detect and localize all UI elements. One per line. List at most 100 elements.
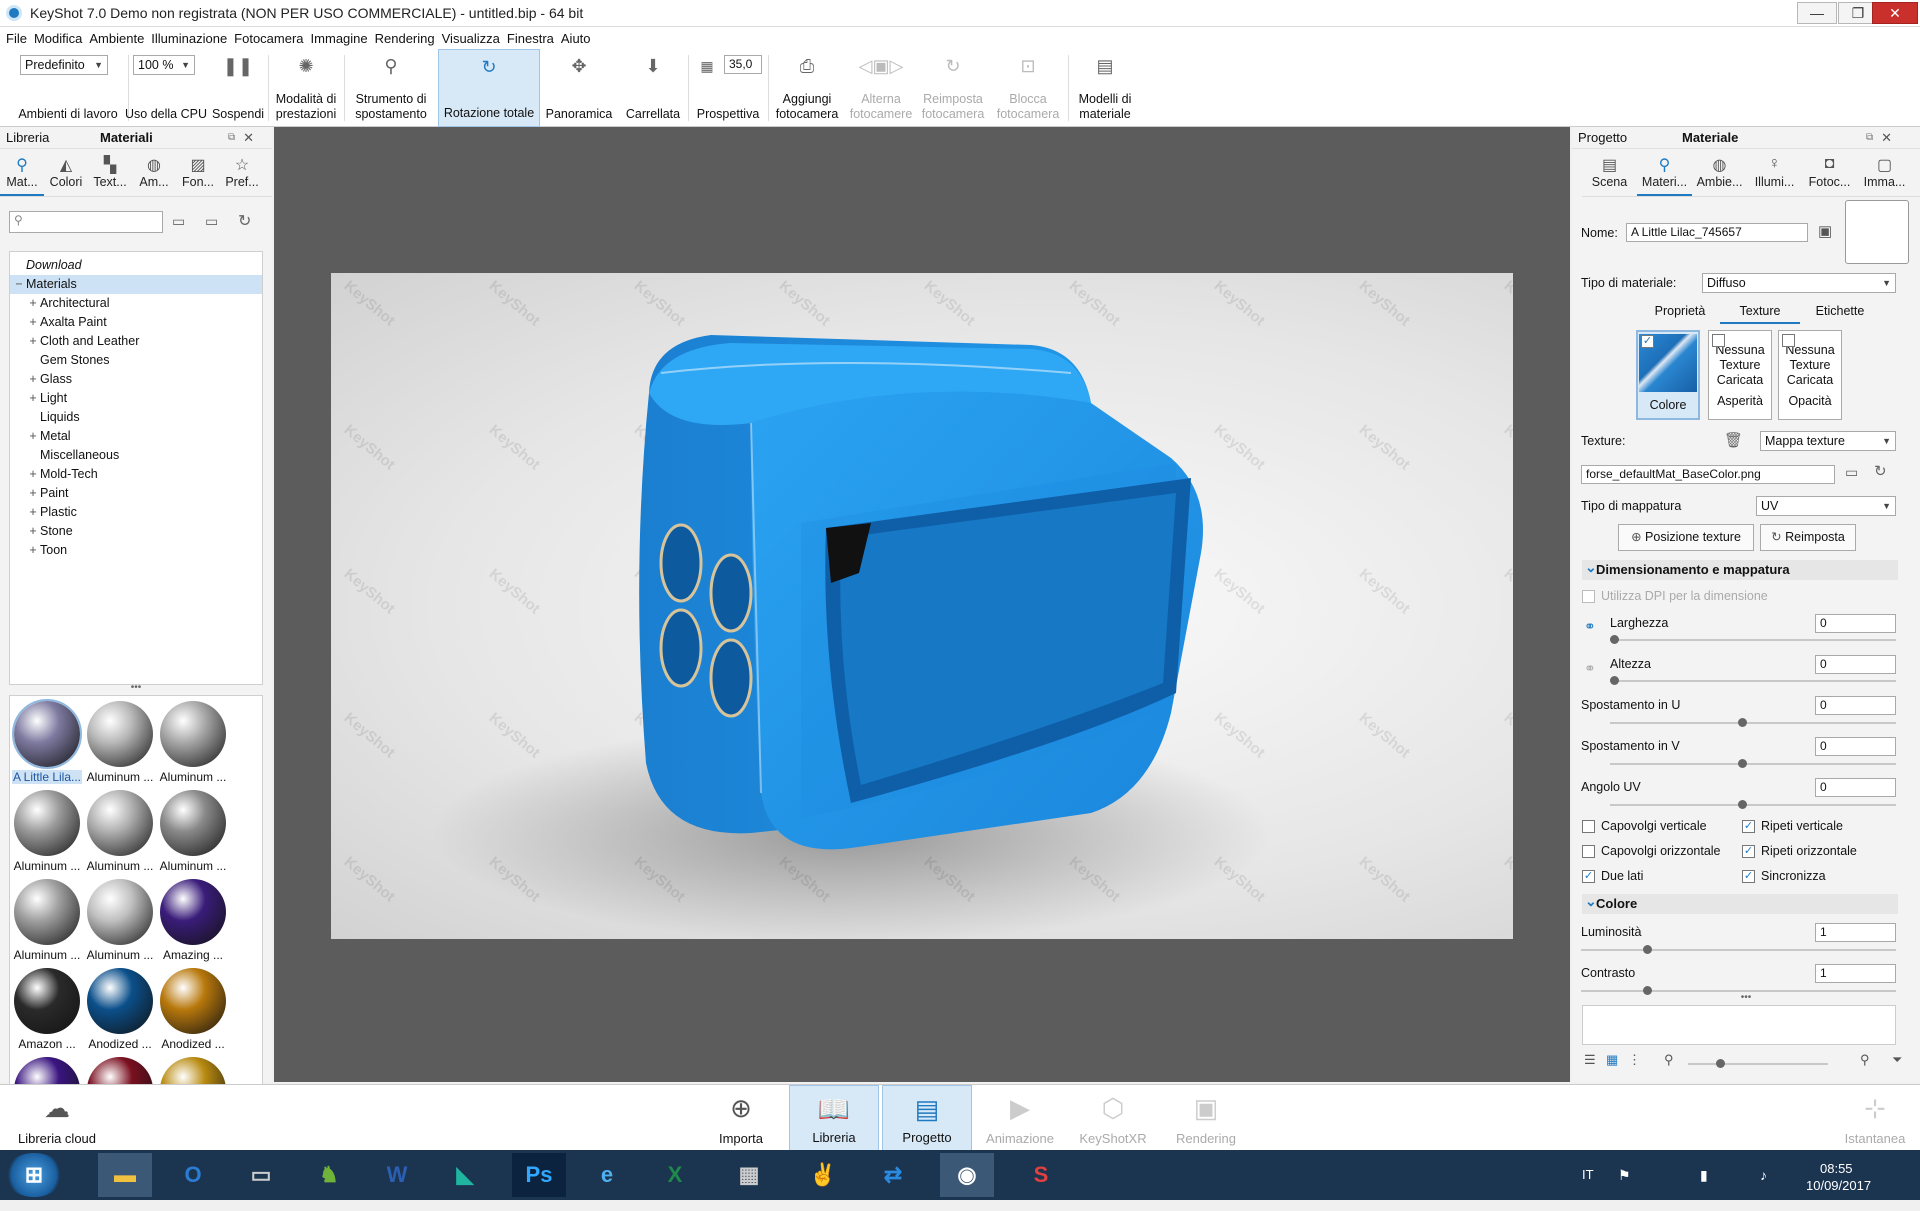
animation-button[interactable]: ▶ Animazione: [975, 1085, 1065, 1151]
tree-item[interactable]: + Toon: [10, 541, 262, 560]
tab-backgrounds[interactable]: ▨ Fon...: [176, 151, 220, 196]
network-icon[interactable]: ▮: [1700, 1150, 1708, 1200]
expander-icon[interactable]: −: [12, 275, 26, 294]
height-input[interactable]: 0: [1815, 655, 1896, 674]
unlink-icon[interactable]: ⚭: [1584, 660, 1596, 677]
mapping-type-select[interactable]: UV ▼: [1756, 496, 1896, 516]
expander-icon[interactable]: +: [26, 389, 40, 408]
tree-item[interactable]: + Axalta Paint: [10, 313, 262, 332]
taskbar-photoshop[interactable]: Ps: [512, 1153, 566, 1197]
material-thumbnail[interactable]: Aluminum ...: [158, 788, 228, 876]
language-indicator[interactable]: IT: [1582, 1150, 1594, 1200]
use-dpi-checkbox[interactable]: [1582, 590, 1595, 603]
taskbar-teamviewer[interactable]: ⇄: [866, 1153, 920, 1197]
tree-item[interactable]: + Light: [10, 389, 262, 408]
slider-knob[interactable]: [1716, 1059, 1725, 1068]
menu-rendering[interactable]: Rendering: [375, 31, 442, 46]
menu-finestra[interactable]: Finestra: [507, 31, 561, 46]
menu-visualizza[interactable]: Visualizza: [442, 31, 507, 46]
refresh-icon[interactable]: ↻: [1874, 462, 1887, 480]
material-thumbnail[interactable]: Aluminum ...: [85, 699, 155, 787]
tab-scene[interactable]: ▤ Scena: [1582, 151, 1637, 196]
tab-lighting[interactable]: ♀ Illumi...: [1747, 151, 1802, 196]
expander-icon[interactable]: +: [26, 541, 40, 560]
tree-item[interactable]: − Materials: [10, 275, 262, 294]
start-button[interactable]: ⊞: [4, 1153, 64, 1197]
menu-immagine[interactable]: Immagine: [311, 31, 375, 46]
tab-textures[interactable]: ▚ Text...: [88, 151, 132, 196]
tree-item[interactable]: + Stone: [10, 522, 262, 541]
trash-icon[interactable]: 🗑: [1724, 431, 1743, 449]
expander-icon[interactable]: +: [26, 332, 40, 351]
tree-item[interactable]: + Cloth and Leather: [10, 332, 262, 351]
tree-item[interactable]: Miscellaneous: [10, 446, 262, 465]
grid-view-icon[interactable]: ▦: [1606, 1052, 1618, 1068]
sync-checkbox[interactable]: ✓: [1742, 870, 1755, 883]
texture-slot-color[interactable]: ✓ Colore: [1636, 330, 1700, 420]
material-thumbnail[interactable]: Amazing ...: [158, 877, 228, 965]
pause-button[interactable]: ❚❚ Sospendi: [208, 49, 268, 127]
rotate-button[interactable]: ↻ Rotazione totale: [438, 49, 540, 127]
library-button[interactable]: 📖 Libreria: [789, 1085, 879, 1151]
material-thumbnail[interactable]: Aluminum ...: [12, 788, 82, 876]
tab-camera[interactable]: ◘ Fotoc...: [1802, 151, 1857, 196]
minimize-button[interactable]: —: [1797, 2, 1837, 24]
contrast-input[interactable]: 1: [1815, 964, 1896, 983]
close-button[interactable]: ✕: [1872, 2, 1918, 24]
slider-knob[interactable]: [1610, 676, 1619, 685]
width-input[interactable]: 0: [1815, 614, 1896, 633]
tree-item[interactable]: + Plastic: [10, 503, 262, 522]
taskbar-computer[interactable]: ▭: [234, 1153, 288, 1197]
section-color[interactable]: Colore: [1582, 891, 1898, 914]
dolly-button[interactable]: ⬇ Carrellata: [618, 49, 688, 127]
texture-file-input[interactable]: forse_defaultMat_BaseColor.png: [1581, 465, 1835, 484]
splitter-handle[interactable]: •••: [1572, 993, 1920, 1005]
menu-modifica[interactable]: Modifica: [34, 31, 89, 46]
tree-item[interactable]: + Architectural: [10, 294, 262, 313]
reset-camera-button[interactable]: ↻ Reimposta fotocamera: [918, 49, 988, 127]
list-view-icon[interactable]: ☰: [1584, 1052, 1596, 1068]
save-icon[interactable]: ▣: [1818, 222, 1832, 240]
taskbar-outlook[interactable]: O: [166, 1153, 220, 1197]
material-thumbnail[interactable]: Anodized ...: [158, 966, 228, 1054]
material-thumbnail[interactable]: Aluminum ...: [85, 788, 155, 876]
slider-knob[interactable]: [1643, 986, 1652, 995]
expander-icon[interactable]: +: [26, 465, 40, 484]
menu-ambiente[interactable]: Ambiente: [89, 31, 151, 46]
folder-add-icon[interactable]: ▭: [172, 213, 185, 230]
tab-favorites[interactable]: ☆ Pref...: [220, 151, 264, 196]
expander-icon[interactable]: +: [26, 522, 40, 541]
taskbar-explorer[interactable]: ▬: [98, 1153, 152, 1197]
tree-item[interactable]: + Glass: [10, 370, 262, 389]
thumb-size-slider[interactable]: [1688, 1059, 1828, 1068]
slider-knob[interactable]: [1610, 635, 1619, 644]
material-templates-button[interactable]: ▤ Modelli di materiale: [1070, 49, 1140, 127]
filter-icon[interactable]: ⏷: [1892, 1052, 1902, 1068]
taskbar-excel[interactable]: X: [648, 1153, 702, 1197]
keyshotxr-button[interactable]: ⬡ KeyShotXR: [1068, 1085, 1158, 1151]
texture-position-button[interactable]: ⊕ Posizione texture: [1618, 524, 1754, 551]
render-button[interactable]: ▣ Rendering: [1161, 1085, 1251, 1151]
material-name-input[interactable]: A Little Lilac_745657: [1626, 223, 1808, 242]
pan-button[interactable]: ✥ Panoramica: [542, 49, 616, 127]
refresh-icon[interactable]: ↻: [238, 211, 251, 231]
import-button[interactable]: ⊕ Importa: [696, 1085, 786, 1151]
folder-import-icon[interactable]: ▭: [205, 213, 218, 230]
slider-knob[interactable]: [1738, 800, 1747, 809]
folder-open-icon[interactable]: ▭: [1845, 464, 1858, 481]
library-search-input[interactable]: ⚲: [9, 211, 163, 233]
material-thumbnail[interactable]: A Little Lila...: [12, 699, 82, 787]
flip-vertical-checkbox[interactable]: [1582, 820, 1595, 833]
taskbar-ie[interactable]: e: [580, 1153, 634, 1197]
expander-icon[interactable]: +: [26, 370, 40, 389]
tab-environments[interactable]: ◍ Am...: [132, 151, 176, 196]
tab-material[interactable]: ⚲ Materi...: [1637, 151, 1692, 196]
angle-uv-slider[interactable]: [1610, 800, 1896, 809]
expander-icon[interactable]: +: [26, 484, 40, 503]
subtab-labels[interactable]: Etichette: [1800, 304, 1880, 324]
splitter-handle[interactable]: •••: [0, 683, 272, 695]
tree-item[interactable]: Gem Stones: [10, 351, 262, 370]
lock-camera-button[interactable]: ⊡ Blocca fotocamera: [992, 49, 1064, 127]
subtab-properties[interactable]: Proprietà: [1640, 304, 1720, 324]
shift-v-input[interactable]: 0: [1815, 737, 1896, 756]
